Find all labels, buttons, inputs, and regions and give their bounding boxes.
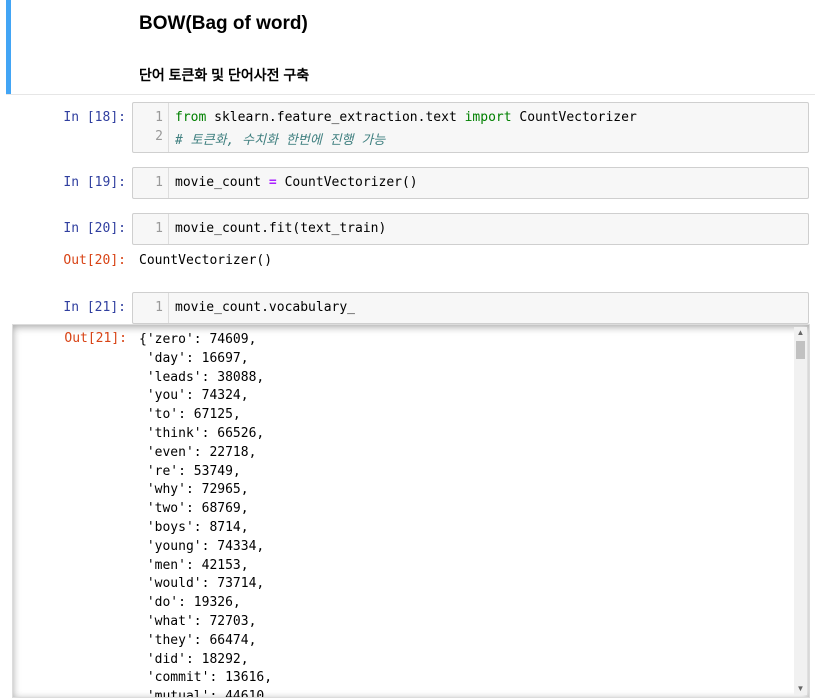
output-line: 'mutual': 44610, — [139, 689, 273, 698]
output-line: 'commit': 13616, — [139, 670, 273, 686]
output-line: 'do': 19326, — [139, 595, 241, 611]
selected-cell-indicator — [6, 0, 11, 95]
line-number: 1 — [155, 300, 163, 315]
output-line: 'did': 18292, — [139, 651, 249, 667]
markdown-heading: BOW(Bag of word) — [139, 13, 308, 34]
code-comment: # 토큰화, 수치화 한번에 진행 가능 — [175, 133, 386, 148]
scrolled-output-area[interactable]: Out[21]: {'zero': 74609, 'day': 16697, '… — [12, 324, 810, 698]
line-number: 2 — [155, 129, 163, 144]
output-line: 'leads': 38088, — [139, 369, 265, 385]
code-line: movie_count = CountVectorizer() — [175, 175, 418, 190]
line-number: 1 — [155, 110, 163, 125]
markdown-subheading: 단어 토큰화 및 단어사전 구축 — [139, 67, 310, 83]
vocabulary-output: {'zero': 74609, 'day': 16697, 'leads': 3… — [139, 331, 273, 698]
output-line: 'why': 72965, — [139, 482, 249, 498]
operator: = — [268, 175, 277, 190]
keyword-from: from — [175, 110, 207, 125]
scroll-down-arrow-icon[interactable]: ▼ — [794, 683, 807, 695]
code-text: CountVectorizer() — [276, 175, 418, 190]
output-line: 'to': 67125, — [139, 407, 241, 423]
output-line: 'boys': 8714, — [139, 519, 249, 535]
output-line: 'even': 22718, — [139, 444, 257, 460]
output-text-20: CountVectorizer() — [139, 253, 273, 268]
scroll-up-arrow-icon[interactable]: ▲ — [794, 327, 807, 339]
output-line: 'think': 66526, — [139, 425, 265, 441]
keyword-import: import — [464, 110, 512, 125]
code-text: CountVectorizer — [511, 110, 637, 125]
code-text: sklearn.feature_extraction.text — [206, 110, 465, 125]
code-text: movie_count — [175, 175, 269, 190]
markdown-cell[interactable]: BOW(Bag of word) 단어 토큰화 및 단어사전 구축 — [6, 0, 815, 95]
output-line: {'zero': 74609, — [139, 332, 257, 347]
output-line: 'day': 16697, — [139, 350, 249, 366]
input-prompt-18: In [18]: — [63, 110, 126, 125]
code-input-19[interactable]: 1 movie_count = CountVectorizer() — [132, 167, 809, 199]
output-scrollbar[interactable]: ▲ ▼ — [794, 327, 807, 695]
output-prompt-20: Out[20]: — [63, 253, 126, 268]
output-line: 're': 53749, — [139, 463, 241, 479]
output-line: 'they': 66474, — [139, 632, 257, 648]
output-line: 'you': 74324, — [139, 388, 249, 404]
output-line: 'would': 73714, — [139, 576, 265, 592]
code-input-18[interactable]: 1 2 from sklearn.feature_extraction.text… — [132, 102, 809, 153]
cell-divider — [6, 94, 815, 95]
code-input-21[interactable]: 1 movie_count.vocabulary_ — [132, 292, 809, 324]
output-prompt-21: Out[21]: — [64, 331, 127, 346]
input-prompt-21: In [21]: — [63, 300, 126, 315]
output-line: 'men': 42153, — [139, 557, 249, 573]
output-line: 'young': 74334, — [139, 538, 265, 554]
code-line: from sklearn.feature_extraction.text imp… — [175, 110, 637, 125]
input-prompt-19: In [19]: — [63, 175, 126, 190]
input-prompt-20: In [20]: — [63, 221, 126, 236]
output-line: 'what': 72703, — [139, 613, 257, 629]
line-number: 1 — [155, 175, 163, 190]
output-line: 'two': 68769, — [139, 501, 249, 517]
scrollbar-thumb[interactable] — [796, 341, 805, 359]
line-number: 1 — [155, 221, 163, 236]
code-line: movie_count.vocabulary_ — [175, 300, 356, 315]
code-input-20[interactable]: 1 movie_count.fit(text_train) — [132, 213, 809, 245]
code-line: movie_count.fit(text_train) — [175, 221, 387, 236]
